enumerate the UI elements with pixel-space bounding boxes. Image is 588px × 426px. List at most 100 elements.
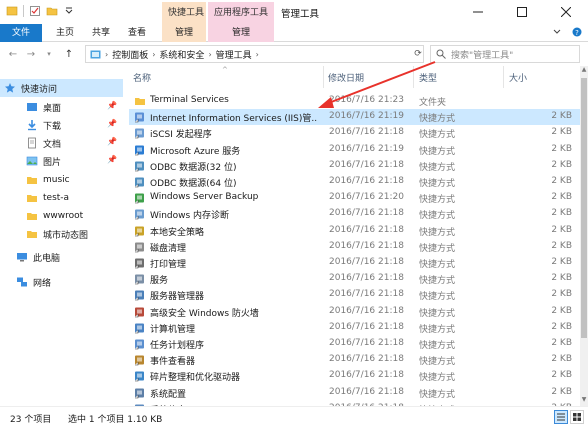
- address-bar[interactable]: › 控制面板 › 系统和安全 › 管理工具 ›: [85, 45, 424, 63]
- scrollbar-thumb[interactable]: [581, 78, 587, 338]
- context-group-app-tools: 应用程序工具: [208, 2, 274, 24]
- table-row[interactable]: Windows Server Backup 2016/7/16 21:20 快捷方式…: [129, 190, 580, 206]
- scroll-up-icon[interactable]: ▲: [580, 66, 588, 76]
- file-name: iSCSI 发起程序: [150, 130, 212, 141]
- scroll-down-icon[interactable]: ▼: [580, 396, 588, 406]
- maximize-button[interactable]: [500, 0, 544, 24]
- table-row[interactable]: 计算机管理 2016/7/16 21:18 快捷方式 2 KB: [129, 320, 580, 336]
- table-row[interactable]: 碎片整理和优化驱动器 2016/7/16 21:18 快捷方式 2 KB: [129, 368, 580, 384]
- table-row[interactable]: Windows 内存诊断 2016/7/16 21:18 快捷方式 2 KB: [129, 206, 580, 222]
- pictures-folder-icon: [26, 156, 38, 166]
- pin-icon[interactable]: 📌: [107, 119, 117, 128]
- forward-button[interactable]: →: [24, 46, 38, 62]
- table-row[interactable]: 任务计划程序 2016/7/16 21:18 快捷方式 2 KB: [129, 336, 580, 352]
- details-view-button[interactable]: [554, 410, 568, 424]
- file-date: 2016/7/16 21:18: [329, 159, 404, 170]
- table-row[interactable]: Terminal Services 2016/7/16 21:23 文件夹: [129, 93, 580, 109]
- column-divider[interactable]: [413, 66, 414, 88]
- nav-this-pc[interactable]: 此电脑: [0, 248, 123, 266]
- nav-pictures[interactable]: 图片 📌: [0, 152, 123, 170]
- tab-manage-app[interactable]: 管理: [208, 24, 274, 42]
- table-row[interactable]: 系统配置 2016/7/16 21:18 快捷方式 2 KB: [129, 385, 580, 401]
- column-header-date[interactable]: 修改日期: [328, 71, 364, 84]
- minimize-button[interactable]: [456, 0, 500, 24]
- table-row[interactable]: ODBC 数据源(64 位) 2016/7/16 21:18 快捷方式 2 KB: [129, 174, 580, 190]
- window-controls: [456, 0, 588, 24]
- table-row[interactable]: iSCSI 发起程序 2016/7/16 21:18 快捷方式 2 KB: [129, 125, 580, 141]
- nav-documents[interactable]: 文档 📌: [0, 134, 123, 152]
- column-header-size[interactable]: 大小: [509, 71, 527, 84]
- up-button[interactable]: ↑: [62, 46, 76, 62]
- table-row[interactable]: 高级安全 Windows 防火墙 2016/7/16 21:18 快捷方式 2 KB: [129, 304, 580, 320]
- file-name: 高级安全 Windows 防火墙: [150, 308, 259, 319]
- breadcrumb-admin-tools[interactable]: 管理工具: [216, 48, 252, 61]
- nav-music[interactable]: music: [0, 171, 123, 189]
- pin-icon[interactable]: 📌: [107, 101, 117, 110]
- breadcrumb-system-security[interactable]: 系统和安全: [159, 48, 204, 61]
- help-icon[interactable]: ?: [572, 27, 582, 37]
- table-row[interactable]: 事件查看器 2016/7/16 21:18 快捷方式 2 KB: [129, 352, 580, 368]
- nav-network[interactable]: 网络: [0, 273, 123, 291]
- tab-home[interactable]: 主页: [50, 24, 80, 42]
- tab-manage-shortcut[interactable]: 管理: [162, 24, 206, 42]
- table-row[interactable]: 服务 2016/7/16 21:18 快捷方式 2 KB: [129, 271, 580, 287]
- nav-downloads[interactable]: 下载 📌: [0, 116, 123, 134]
- chevron-right-icon: ›: [105, 49, 109, 59]
- column-header-type[interactable]: 类型: [419, 71, 437, 84]
- column-divider[interactable]: [503, 66, 504, 88]
- new-folder-icon[interactable]: [46, 5, 58, 17]
- vertical-scrollbar[interactable]: ▲ ▼: [580, 66, 588, 406]
- close-button[interactable]: [544, 0, 588, 24]
- tab-file[interactable]: 文件: [0, 24, 42, 42]
- properties-icon[interactable]: [29, 5, 41, 17]
- file-name: 碎片整理和优化驱动器: [150, 373, 241, 384]
- large-icons-view-icon: [573, 413, 581, 421]
- up-arrow-icon: ↑: [64, 48, 74, 60]
- file-type: 快捷方式: [419, 260, 456, 270]
- nav-city-folder[interactable]: 城市动态图: [0, 225, 123, 243]
- file-name: Windows 内存诊断: [150, 211, 230, 222]
- table-row[interactable]: 磁盘清理 2016/7/16 21:18 快捷方式 2 KB: [129, 239, 580, 255]
- file-type: 快捷方式: [419, 227, 456, 238]
- nav-wwwroot[interactable]: wwwroot: [0, 207, 123, 225]
- pin-icon[interactable]: 📌: [107, 137, 117, 146]
- file-name: 服务: [150, 276, 169, 287]
- large-icons-view-button[interactable]: [570, 410, 584, 424]
- expand-ribbon-icon[interactable]: [552, 27, 562, 37]
- table-row[interactable]: ODBC 数据源(32 位) 2016/7/16 21:18 快捷方式 2 KB: [129, 158, 580, 174]
- nav-desktop[interactable]: 桌面 📌: [0, 98, 123, 116]
- back-arrow-icon: ←: [8, 48, 18, 60]
- table-row[interactable]: 服务器管理器 2016/7/16 21:18 快捷方式 2 KB: [129, 287, 580, 303]
- file-size: 2 KB: [551, 192, 572, 203]
- recent-locations-button[interactable]: ▾: [42, 46, 56, 62]
- column-divider[interactable]: [323, 66, 324, 88]
- table-row[interactable]: Microsoft Azure 服务 2016/7/16 21:19 快捷方式 2 K…: [129, 142, 580, 158]
- table-row[interactable]: 本地安全策略 2016/7/16 21:18 快捷方式 2 KB: [129, 223, 580, 239]
- search-input[interactable]: 搜索"管理工具": [430, 45, 580, 63]
- chevron-down-icon: ▾: [47, 50, 51, 58]
- file-date: 2016/7/16 21:18: [329, 305, 404, 316]
- file-size: 2 KB: [551, 127, 572, 138]
- file-name: 本地安全策略: [150, 227, 205, 238]
- column-header-name[interactable]: 名称: [133, 71, 151, 84]
- table-row[interactable]: 打印管理 2016/7/16 21:18 快捷方式 2 KB: [129, 255, 580, 271]
- column-header-row: ^ 名称 修改日期 类型 大小: [129, 66, 580, 88]
- file-size: 2 KB: [551, 289, 572, 300]
- table-row[interactable]: Internet Information Services (IIS)管... 2…: [129, 109, 580, 126]
- back-button[interactable]: ←: [6, 46, 20, 62]
- customize-qat-icon[interactable]: [63, 5, 75, 17]
- tab-view[interactable]: 查看: [122, 24, 152, 42]
- address-row: ← → ▾ ↑ › 控制面板 › 系统和安全 › 管理工具 › ⟳ 搜索"管理工…: [0, 42, 588, 66]
- documents-folder-icon: [28, 137, 36, 149]
- breadcrumb-control-panel[interactable]: 控制面板: [112, 48, 148, 61]
- nav-test-a[interactable]: test-a: [0, 189, 123, 207]
- refresh-button[interactable]: ⟳: [411, 46, 425, 62]
- disk-cleanup-icon: [135, 242, 144, 253]
- pin-icon[interactable]: 📌: [107, 155, 117, 164]
- chevron-right-icon: ›: [208, 49, 212, 59]
- nav-quick-access[interactable]: 快速访问: [0, 79, 123, 97]
- tab-share[interactable]: 共享: [86, 24, 116, 42]
- file-date: 2016/7/16 21:18: [329, 370, 404, 381]
- file-date: 2016/7/16 21:23: [329, 95, 404, 105]
- nav-label: 文档: [43, 139, 62, 150]
